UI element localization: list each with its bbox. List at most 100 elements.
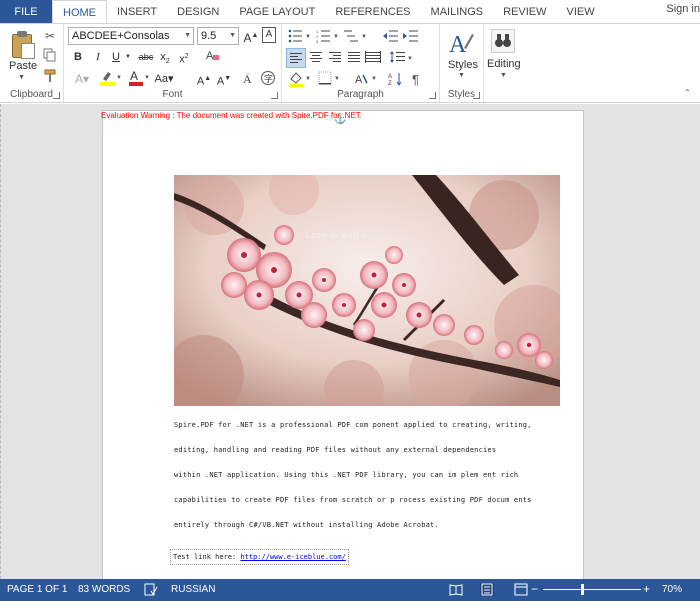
font-color-icon[interactable]: A ▼ (127, 69, 151, 87)
tab-view[interactable]: VIEW (557, 0, 605, 23)
test-link-line: Test link here: http://www.e-iceblue.com… (170, 549, 349, 565)
image-caption: Love is with u... (306, 230, 377, 240)
proofing-icon[interactable] (144, 583, 158, 596)
increase-indent-icon[interactable] (403, 29, 421, 45)
collapse-ribbon-icon[interactable]: ⌃ (684, 88, 691, 97)
web-layout-icon[interactable] (514, 583, 528, 596)
binoculars-icon[interactable] (491, 29, 515, 53)
language[interactable]: RUSSIAN (171, 584, 215, 595)
chevron-down-icon[interactable]: ▼ (124, 48, 132, 66)
tab-home[interactable]: HOME (52, 0, 107, 24)
styles-launcher-icon[interactable] (473, 92, 480, 99)
tab-references[interactable]: REFERENCES (325, 0, 420, 23)
tab-review[interactable]: REVIEW (493, 0, 556, 23)
paste-dropdown-icon[interactable]: ▼ (18, 74, 25, 81)
font-name-select[interactable]: ABCDEE+Consolas ▼ (68, 27, 194, 45)
bullets-icon[interactable]: ▼ (288, 29, 311, 45)
paragraph-line: entirely through C#/VB.NET without insta… (174, 521, 439, 529)
chevron-down-icon[interactable]: ▼ (458, 72, 465, 79)
format-painter-icon[interactable] (42, 69, 58, 85)
svg-text:Z: Z (388, 81, 392, 87)
multilevel-list-icon[interactable]: ▼ (344, 29, 367, 45)
cherry-blossom-image (174, 175, 560, 406)
subscript-icon[interactable]: x2 (158, 48, 172, 66)
asian-layout-icon[interactable]: A ▼ (355, 71, 381, 87)
test-link[interactable]: http://www.e-iceblue.com/ (240, 553, 345, 561)
phonetic-guide-icon[interactable]: A ~ (240, 70, 256, 88)
decrease-indent-icon[interactable] (383, 29, 401, 45)
show-hide-marks-icon[interactable]: ¶ (410, 71, 430, 87)
zoom-level[interactable]: 70% (662, 584, 682, 595)
enclose-characters-icon[interactable]: 字 (260, 70, 276, 88)
line-spacing-icon[interactable]: ▼ (390, 50, 416, 66)
font-launcher-icon[interactable] (271, 92, 278, 99)
anchor-icon: ⚓ (334, 114, 347, 125)
svg-text:▼: ▼ (334, 76, 340, 82)
zoom-out-button[interactable]: − (531, 582, 538, 596)
print-layout-icon[interactable] (480, 583, 494, 596)
editing-button[interactable]: Editing (487, 58, 521, 70)
word-count[interactable]: 83 WORDS (78, 584, 130, 595)
paste-button[interactable]: Paste (9, 60, 37, 72)
numbering-icon[interactable]: 1 2 3 ▼ (316, 29, 339, 45)
styles-icon[interactable]: A (447, 28, 475, 58)
align-left-icon[interactable] (286, 48, 306, 68)
strikethrough-icon[interactable]: abc (137, 48, 155, 66)
tab-page-layout[interactable]: PAGE LAYOUT (229, 0, 325, 23)
superscript-icon[interactable]: x2 (177, 48, 191, 66)
svg-text:▼: ▼ (305, 34, 311, 40)
clipboard-launcher-icon[interactable] (53, 92, 60, 99)
svg-text:▼: ▼ (333, 34, 339, 40)
paragraph-launcher-icon[interactable] (429, 92, 436, 99)
paste-icon[interactable] (10, 30, 36, 60)
grow-font-icon[interactable]: A▲ (243, 27, 259, 45)
text-effects-icon[interactable]: A▾ (70, 70, 94, 88)
svg-text:~: ~ (247, 72, 250, 77)
ribbon: Paste ▼ ✂ Clipboard Font ABCDEE+Consolas… (0, 23, 700, 103)
sign-in-link[interactable]: Sign in (666, 3, 700, 15)
paragraph-line: capabilities to create PDF files from sc… (174, 496, 532, 504)
font-name-value: ABCDEE+Consolas (72, 30, 170, 42)
grow-font-icon-2[interactable]: A▲ (196, 70, 212, 88)
svg-text:▼: ▼ (361, 34, 367, 40)
zoom-slider-thumb[interactable] (581, 584, 584, 595)
copy-icon[interactable] (42, 48, 58, 64)
svg-text:▼: ▼ (116, 75, 121, 81)
align-center-icon[interactable] (307, 50, 325, 66)
page-count[interactable]: PAGE 1 OF 1 (7, 584, 67, 595)
svg-text:▼: ▼ (144, 75, 150, 81)
clipboard-group: Paste ▼ ✂ Clipboard (0, 24, 64, 102)
styles-button[interactable]: Styles (448, 59, 478, 71)
font-size-select[interactable]: 9.5 ▼ (197, 27, 239, 45)
tab-insert[interactable]: INSERT (107, 0, 167, 23)
zoom-slider[interactable] (543, 589, 641, 590)
read-mode-icon[interactable] (449, 583, 463, 596)
bold-icon[interactable]: B (72, 48, 84, 66)
tab-design[interactable]: DESIGN (167, 0, 229, 23)
cut-icon[interactable]: ✂ (42, 28, 58, 44)
tab-mailings[interactable]: MAILINGS (421, 0, 494, 23)
italic-icon[interactable]: I (92, 48, 104, 66)
shrink-font-icon[interactable]: A▼ (216, 70, 232, 88)
tab-file[interactable]: FILE (0, 0, 52, 23)
chevron-down-icon[interactable]: ▼ (500, 72, 507, 79)
justify-icon[interactable] (345, 50, 363, 66)
svg-text:A: A (206, 50, 214, 62)
shading-icon[interactable]: ▼ (288, 70, 314, 87)
clear-formatting-icon[interactable]: A (205, 48, 221, 66)
font-group-label: Font (162, 89, 183, 100)
zoom-in-button[interactable]: + (643, 582, 650, 596)
distributed-icon[interactable] (364, 50, 382, 66)
paragraph-line: within .NET application. Using this .NET… (174, 471, 519, 479)
change-case-icon[interactable]: Aa▾ (153, 70, 175, 88)
chevron-down-icon: ▼ (184, 32, 191, 39)
align-right-icon[interactable] (326, 50, 344, 66)
word-window: FILE HOME INSERT DESIGN PAGE LAYOUT REFE… (0, 0, 700, 601)
underline-icon[interactable]: U (110, 48, 122, 66)
sort-icon[interactable]: AZ (388, 71, 408, 87)
borders-icon[interactable]: ▼ (318, 71, 344, 87)
svg-text:▼: ▼ (407, 56, 413, 62)
highlight-icon[interactable]: ▼ (98, 69, 122, 87)
text-case-icon[interactable]: A (262, 27, 276, 43)
test-link-prefix: Test link here: (173, 553, 241, 561)
